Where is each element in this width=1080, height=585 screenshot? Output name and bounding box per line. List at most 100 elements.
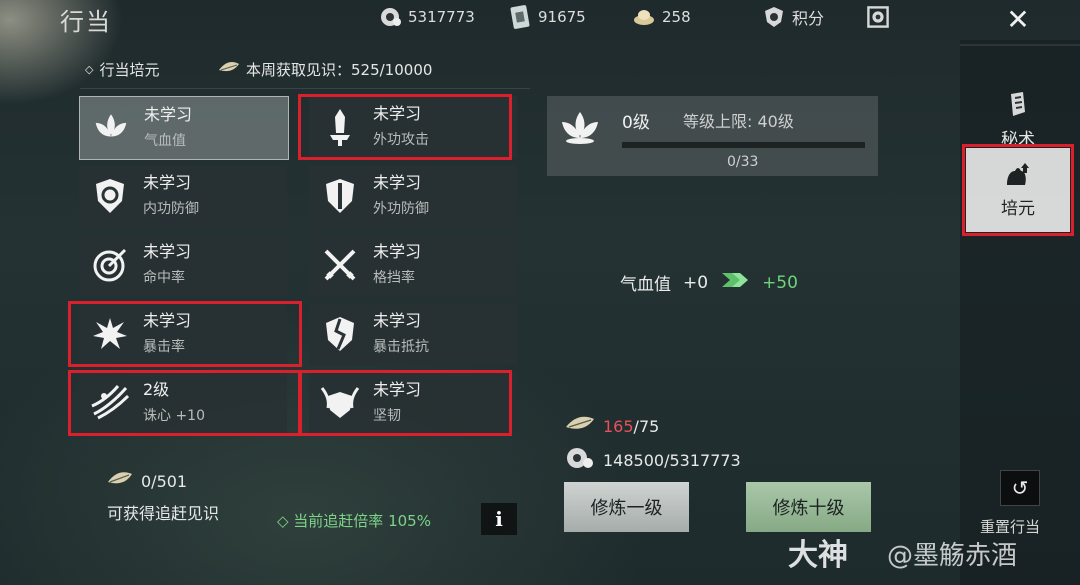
skill-name: 坚韧 xyxy=(373,408,401,424)
shield-swirl-icon xyxy=(87,173,133,219)
reset-button[interactable]: ↺ xyxy=(1000,470,1040,506)
ingot-icon xyxy=(632,5,656,29)
skill-card[interactable]: 未学习 命中率 xyxy=(79,234,287,296)
section-header: ◇ 行当培元 xyxy=(85,59,159,80)
coin-cost: 148500/5317773 xyxy=(565,446,741,474)
skill-name: 暴击抵抗 xyxy=(373,339,429,355)
skill-card[interactable]: 2级诛心 +10 xyxy=(79,372,287,434)
burst-icon xyxy=(87,311,133,357)
train-ten-button[interactable]: 修炼十级 xyxy=(746,482,871,532)
skill-text: 未学习 外功防御 xyxy=(373,172,429,220)
skill-status: 未学习 xyxy=(373,173,422,192)
skill-text: 未学习 气血值 xyxy=(144,104,192,152)
tab-cultivate[interactable]: 培元 xyxy=(966,148,1070,232)
points-button[interactable]: 积分 xyxy=(762,4,824,30)
current-level: 0级 xyxy=(622,113,650,133)
skill-card[interactable]: 未学习 坚韧 xyxy=(309,372,517,434)
watermark-brand: 大神 xyxy=(788,538,848,573)
tab-secret-arts-label: 秘术 xyxy=(1001,130,1035,150)
shield-points-icon xyxy=(762,5,786,29)
lotus-icon xyxy=(558,108,602,152)
skill-text: 未学习 坚韧 xyxy=(373,379,421,427)
skill-text: 未学习 外功攻击 xyxy=(373,103,429,151)
target-icon xyxy=(87,242,133,288)
skill-card[interactable]: 未学习 外功攻击 xyxy=(309,96,517,158)
claw-icon xyxy=(87,380,133,426)
tickets-value: 91675 xyxy=(538,8,586,26)
scroll-figure-icon xyxy=(1003,90,1033,125)
skill-status: 未学习 xyxy=(143,311,192,330)
tab-cultivate-label: 培元 xyxy=(1001,199,1035,219)
coins-value: 5317773 xyxy=(408,8,475,26)
insight-have: 165 xyxy=(603,416,634,436)
skill-status: 未学习 xyxy=(143,242,192,261)
skill-card[interactable]: 未学习 暴击率 xyxy=(79,303,287,365)
catchup-rate: ◇ 当前追赶倍率 105% xyxy=(277,512,431,530)
skill-text: 未学习 命中率 xyxy=(143,241,191,289)
catchup-value: 0/501 xyxy=(141,471,188,491)
skill-text: 未学习 格挡率 xyxy=(373,241,421,289)
skill-name: 格挡率 xyxy=(373,270,415,286)
emblem-button[interactable] xyxy=(866,4,890,30)
train-one-button[interactable]: 修炼一级 xyxy=(564,482,689,532)
coin-icon xyxy=(565,446,595,474)
catchup-label: 可获得追赶见识 xyxy=(107,504,220,523)
reset-label: 重置行当 xyxy=(980,518,1041,536)
lotus-icon xyxy=(88,105,134,151)
muscle-up-icon xyxy=(1003,161,1033,194)
watermark-author: @墨觞赤酒 xyxy=(887,541,1018,571)
skill-text: 未学习 暴击率 xyxy=(143,310,191,358)
cracked-shield-icon xyxy=(317,311,363,357)
stat-current: +0 xyxy=(683,272,709,293)
insight-leaf-icon xyxy=(107,470,133,492)
skill-status: 2级 xyxy=(143,380,170,399)
skill-name: 外功攻击 xyxy=(373,132,429,148)
insight-cost: 165/75 xyxy=(565,414,659,438)
skill-name: 气血值 xyxy=(144,133,186,149)
skill-card[interactable]: 未学习 格挡率 xyxy=(309,234,517,296)
skill-status: 未学习 xyxy=(373,242,422,261)
skill-text: 2级诛心 +10 xyxy=(143,379,205,427)
jade-value: 258 xyxy=(662,8,691,26)
stat-preview: 气血值 +0 +50 xyxy=(620,270,798,296)
coin-cost-value: 148500/5317773 xyxy=(603,450,741,470)
shield-icon xyxy=(317,173,363,219)
insight-need: /75 xyxy=(633,416,660,436)
info-button[interactable]: i xyxy=(481,503,517,535)
catchup-insight: 0/501 xyxy=(107,470,187,492)
skill-card[interactable]: 未学习 气血值 xyxy=(79,96,289,160)
level-progress-bar xyxy=(622,142,865,148)
weekly-insight: 本周获取见识：525/10000 xyxy=(218,59,432,80)
skill-status: 未学习 xyxy=(373,311,422,330)
skill-name: 诛心 +10 xyxy=(143,408,205,424)
skill-status: 未学习 xyxy=(144,105,193,124)
close-icon: ✕ xyxy=(1006,3,1030,36)
skill-card[interactable]: 未学习 暴击抵抗 xyxy=(309,303,517,365)
jade-resource: 258 xyxy=(632,4,691,30)
crossed-swords-icon xyxy=(317,242,363,288)
arrow-right-icon xyxy=(720,271,750,294)
skill-text: 未学习 暴击抵抗 xyxy=(373,310,429,358)
skill-status: 未学习 xyxy=(373,380,422,399)
close-button[interactable]: ✕ xyxy=(1000,4,1036,36)
skill-name: 内功防御 xyxy=(143,201,199,217)
points-label: 积分 xyxy=(792,9,825,28)
ticket-icon xyxy=(508,5,532,29)
skill-card[interactable]: 未学习 外功防御 xyxy=(309,165,517,227)
skill-card[interactable]: 未学习 内功防御 xyxy=(79,165,287,227)
skill-name: 命中率 xyxy=(143,270,185,286)
stat-next: +50 xyxy=(762,272,798,293)
skill-text: 未学习 内功防御 xyxy=(143,172,199,220)
coin-icon xyxy=(378,5,402,29)
diamond-icon: ◇ xyxy=(85,63,94,76)
skill-status: 未学习 xyxy=(143,173,192,192)
insight-leaf-icon xyxy=(565,414,595,438)
weekly-label: 本周获取见识：525/10000 xyxy=(246,61,433,79)
level-progress-text: 0/33 xyxy=(727,154,759,170)
header-divider xyxy=(80,88,530,89)
tickets-resource: 91675 xyxy=(508,4,586,30)
reset-icon: ↺ xyxy=(1011,476,1029,500)
coins-resource: 5317773 xyxy=(378,4,475,30)
stat-name: 气血值 xyxy=(620,275,671,295)
page-title: 行当 xyxy=(60,8,112,36)
